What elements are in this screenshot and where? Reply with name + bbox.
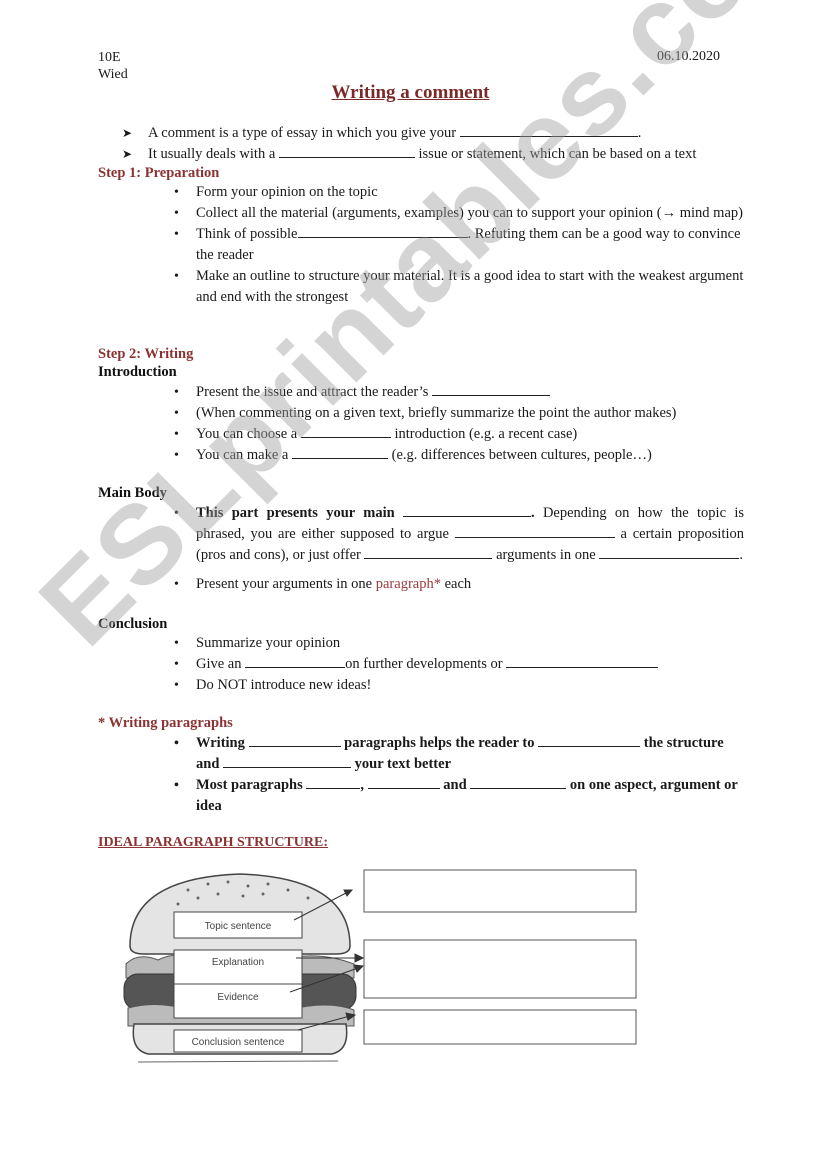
arrow-icon: [343, 889, 354, 897]
bullet-icon: •: [174, 448, 179, 463]
worksheet-page: 10E Wied 06.10.2020 Writing a comment ➤ …: [0, 0, 821, 1162]
bullet-icon: •: [174, 227, 179, 242]
writing-paragraphs-heading: * Writing paragraphs: [98, 715, 233, 731]
arrow-icon: [353, 964, 365, 973]
bullet-icon: •: [174, 206, 179, 221]
bullet-icon: •: [174, 778, 179, 793]
bullet-icon: •: [174, 185, 179, 200]
bullet-icon: •: [174, 385, 179, 400]
conclusion-heading: Conclusion: [98, 616, 168, 632]
list-item: • Writing paragraphs helps the reader to …: [174, 733, 724, 772]
intro-list: ➤ A comment is a type of essay in which …: [122, 123, 762, 165]
fill-blank[interactable]: [300, 424, 391, 438]
bullet-icon: •: [174, 678, 179, 693]
list-item: • Most paragraphs , and on one aspect, ar…: [174, 775, 738, 814]
list-item: • Present your arguments in one paragraph…: [172, 574, 744, 595]
fill-blank[interactable]: [245, 654, 346, 668]
bullet-icon: •: [174, 506, 179, 521]
list-item: • Form your opinion on the topic: [172, 182, 744, 203]
conclusion-sentence-label: Conclusion sentence: [192, 1037, 285, 1048]
author-label: Wied: [98, 67, 128, 82]
bullet-icon: •: [174, 427, 179, 442]
fill-blank[interactable]: [223, 754, 352, 768]
fill-blank[interactable]: [306, 775, 361, 789]
step1-heading: Step 1: Preparation: [98, 165, 220, 181]
paragraphs-list: • Writing paragraphs helps the reader to …: [172, 733, 744, 817]
fill-blank[interactable]: [459, 123, 638, 137]
list-item: ➤ It usually deals with a issue or state…: [122, 144, 762, 165]
list-item: • Present the issue and attract the reade…: [172, 382, 744, 403]
page-title: Writing a comment: [331, 82, 490, 103]
main-body-heading: Main Body: [98, 485, 167, 501]
step1-list: • Form your opinion on the topic • Collect…: [172, 182, 744, 308]
class-label: 10E: [98, 50, 121, 65]
list-item: • You can choose a introduction (e.g. a r…: [172, 424, 744, 445]
fill-blank[interactable]: [291, 445, 388, 459]
explanation-label: Explanation: [212, 957, 264, 968]
fill-blank[interactable]: [403, 503, 532, 517]
list-item: • You can make a (e.g. differences betwee…: [172, 445, 744, 466]
fill-blank[interactable]: [432, 382, 551, 396]
main-body-list: • This part presents your main . Dependin…: [172, 503, 744, 595]
fill-blank[interactable]: [278, 144, 415, 158]
hamburger-diagram: Topic sentence Explanation Evidence Conc…: [123, 869, 637, 1063]
step2-heading: Step 2: Writing: [98, 346, 194, 362]
list-item: • Think of possible. Refuting them can be…: [174, 224, 741, 263]
topic-sentence-label: Topic sentence: [205, 921, 272, 932]
bullet-icon: •: [174, 577, 179, 592]
fill-blank[interactable]: [599, 545, 740, 559]
introduction-heading: Introduction: [98, 364, 177, 380]
header-left: 10E Wied: [98, 49, 128, 83]
fill-blank[interactable]: [470, 775, 567, 789]
fill-blank[interactable]: [248, 733, 341, 747]
bullet-icon: •: [174, 657, 179, 672]
evidence-label: Evidence: [217, 992, 259, 1003]
bullet-icon: •: [174, 636, 179, 651]
arrow-icon: [354, 953, 365, 963]
introduction-list: • Present the issue and attract the reade…: [172, 382, 744, 466]
fill-blank[interactable]: [506, 654, 659, 668]
bullet-icon: •: [174, 406, 179, 421]
bullet-icon: •: [174, 736, 179, 751]
list-item: • Summarize your opinion: [172, 633, 744, 654]
arrow-bullet-icon: ➤: [122, 147, 133, 161]
answer-box[interactable]: [363, 869, 637, 913]
list-item: ➤ A comment is a type of essay in which …: [122, 123, 762, 144]
fill-blank[interactable]: [364, 545, 493, 559]
fill-blank[interactable]: [538, 733, 641, 747]
fill-blank[interactable]: [297, 224, 468, 238]
list-item: • Do NOT introduce new ideas!: [172, 675, 744, 696]
list-item: • Make an outline to structure your mater…: [174, 268, 744, 305]
list-item: • Collect all the material (arguments, ex…: [172, 203, 744, 224]
fill-blank[interactable]: [454, 524, 615, 538]
date-label: 06.10.2020: [657, 49, 720, 64]
conclusion-list: • Summarize your opinion • Give an on furt…: [172, 633, 744, 696]
fill-blank[interactable]: [367, 775, 440, 789]
answer-box[interactable]: [363, 1009, 637, 1045]
list-item: • Give an on further developments or: [172, 654, 744, 675]
answer-box[interactable]: [363, 939, 637, 999]
ideal-structure-heading: IDEAL PARAGRAPH STRUCTURE:: [98, 835, 328, 850]
list-item: • This part presents your main . Dependin…: [174, 503, 744, 563]
arrow-bullet-icon: ➤: [122, 126, 133, 140]
list-item: • (When commenting on a given text, brief…: [172, 403, 744, 424]
bullet-icon: •: [174, 269, 179, 284]
